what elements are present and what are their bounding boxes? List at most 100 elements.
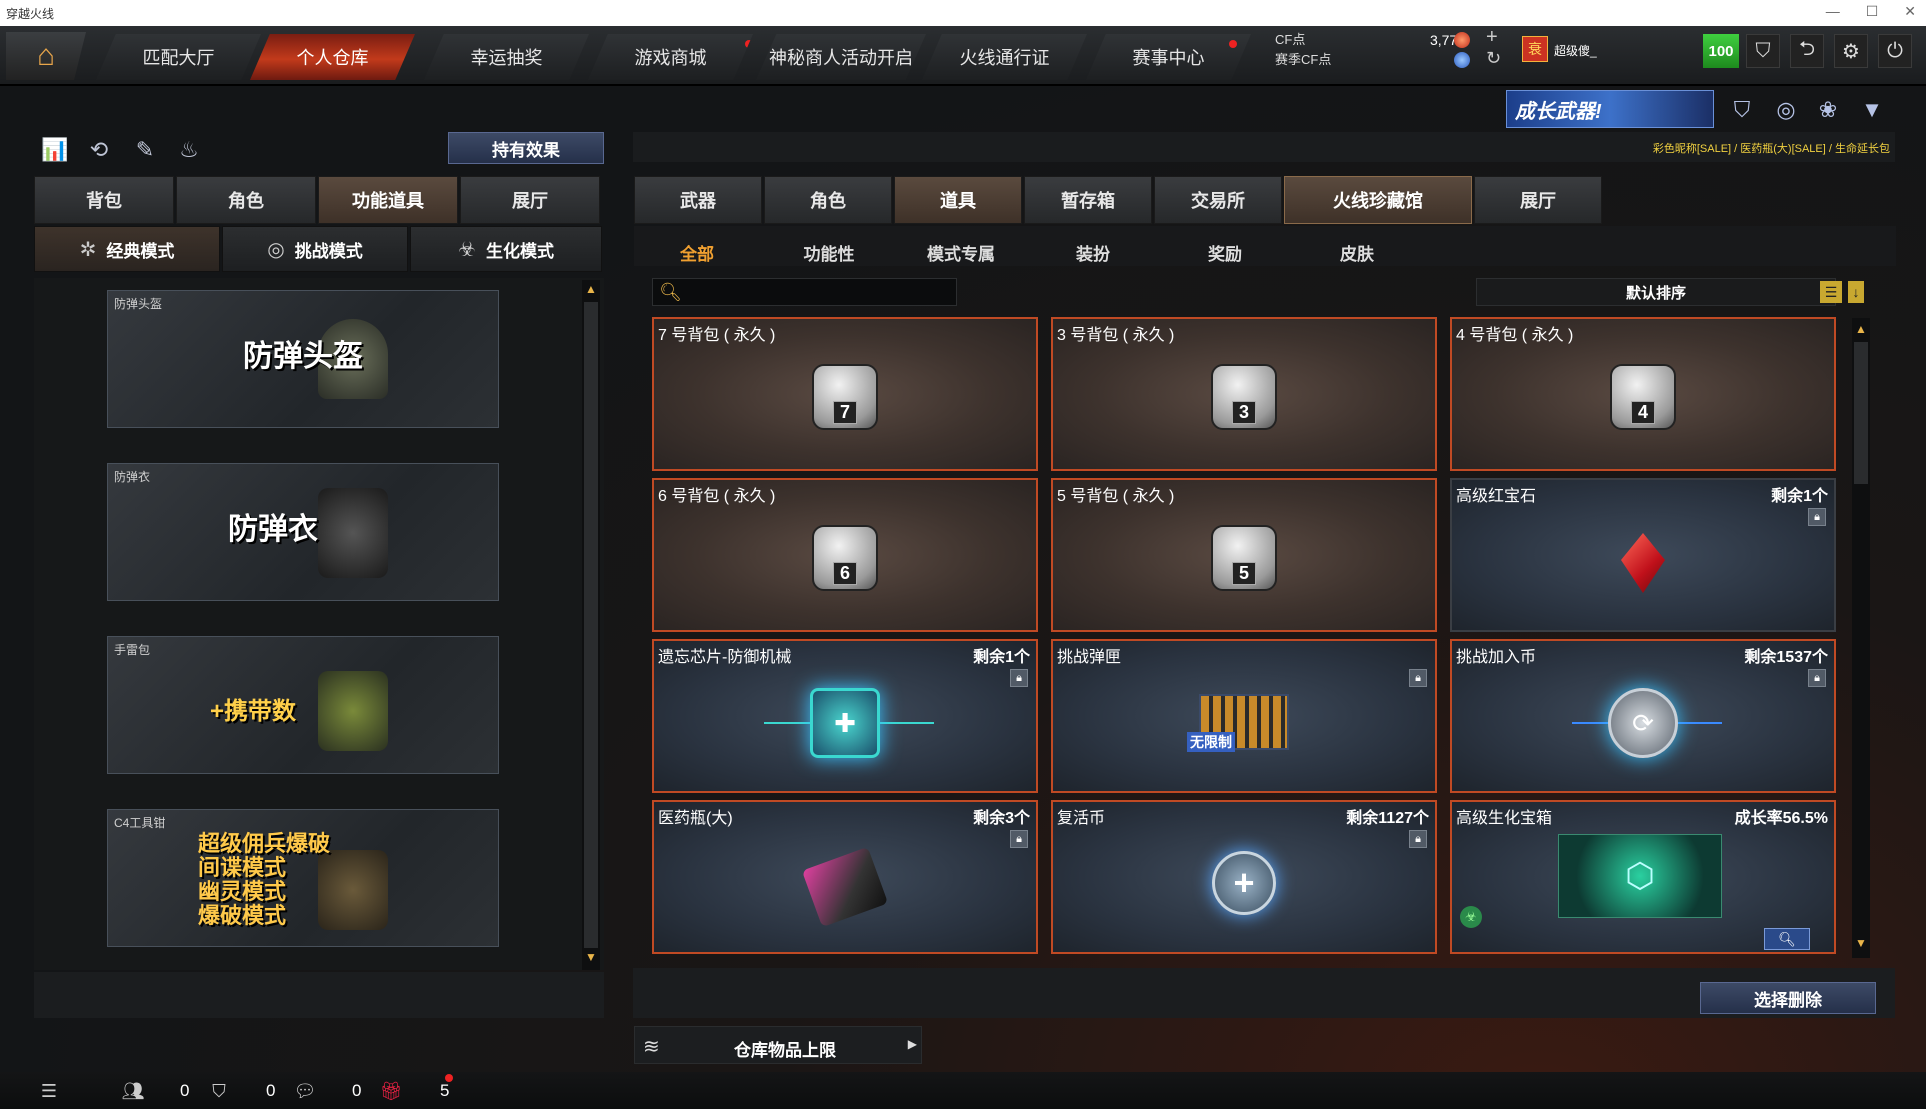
item-card[interactable]: 挑战弹匣 🔒︎ 无限制: [1051, 639, 1437, 793]
sort-dropdown[interactable]: 默认排序: [1476, 278, 1836, 306]
currency-values: 3,771 0: [1385, 30, 1465, 70]
lock-icon[interactable]: 🔒︎: [1808, 669, 1826, 687]
tab-game-shop[interactable]: 游戏商城: [588, 34, 753, 80]
level-badge[interactable]: 100: [1703, 34, 1739, 68]
item-card[interactable]: 医药瓶(大) 剩余3个 🔒︎: [652, 800, 1038, 954]
magnify-icon[interactable]: 🔍︎: [1764, 928, 1810, 950]
tab-storage[interactable]: 暂存箱: [1024, 176, 1152, 224]
held-effects-button[interactable]: 持有效果: [448, 132, 604, 164]
left-tab-row: 背包 角色 功能道具 展厅: [34, 176, 600, 224]
subtab-skins[interactable]: 皮肤: [1292, 240, 1422, 270]
spray-icon[interactable]: ✎: [130, 135, 160, 165]
mode-classic-button[interactable]: ✲ 经典模式: [34, 226, 220, 272]
left-footer: [34, 972, 604, 1018]
slot-card-helmet[interactable]: 防弹头盔 防弹头盔: [107, 290, 499, 428]
lock-icon[interactable]: 🔒︎: [1409, 669, 1427, 687]
subtab-all[interactable]: 全部: [632, 240, 762, 270]
gift-box-icon[interactable]: 🎁︎: [378, 1078, 404, 1104]
scroll-thumb[interactable]: [1854, 342, 1868, 484]
menu-list-icon[interactable]: ☰: [36, 1078, 62, 1104]
tab-weapons[interactable]: 武器: [634, 176, 762, 224]
tab-functional-items[interactable]: 功能道具: [318, 176, 458, 224]
tab-showroom[interactable]: 展厅: [460, 176, 600, 224]
lock-icon[interactable]: 🔒︎: [1010, 669, 1028, 687]
mode-challenge-button[interactable]: ◎ 挑战模式: [222, 226, 408, 272]
grenade-icon[interactable]: ♨: [174, 135, 204, 165]
chat-bubble-icon[interactable]: 💬︎: [292, 1078, 318, 1104]
friends-icon[interactable]: 👥︎: [120, 1078, 146, 1104]
item-grid: 7 号背包 ( 永久 ) 7 3 号背包 ( 永久 ) 3 4 号背包 ( 永久…: [652, 317, 1838, 959]
c4-mode-list: 超级佣兵爆破 间谍模式 幽灵模式 爆破模式: [198, 831, 331, 928]
item-card[interactable]: 高级红宝石 剩余1个 🔒︎: [1450, 478, 1836, 632]
left-scrollbar[interactable]: ▲ ▼: [582, 280, 600, 970]
medkit-icon: [801, 846, 889, 928]
maximize-icon[interactable]: ☐: [1866, 3, 1879, 20]
target-icon[interactable]: ◎: [1770, 94, 1802, 126]
tab-battle-pass[interactable]: 火线通行证: [922, 34, 1087, 80]
clan-shield-icon[interactable]: ⛉: [206, 1078, 232, 1104]
mode-zombie-button[interactable]: ☣ 生化模式: [410, 226, 602, 272]
item-card[interactable]: 6 号背包 ( 永久 ) 6: [652, 478, 1038, 632]
item-card[interactable]: 挑战加入币 剩余1537个 🔒︎ ⟳: [1450, 639, 1836, 793]
scroll-up-icon[interactable]: ▲: [1852, 322, 1870, 340]
add-currency-icon[interactable]: +: [1486, 26, 1498, 49]
tab-character[interactable]: 角色: [176, 176, 316, 224]
lock-icon[interactable]: 🔒︎: [1010, 830, 1028, 848]
tab-match-lobby[interactable]: 匹配大厅: [96, 34, 261, 80]
shield-icon[interactable]: ⛉: [1746, 34, 1780, 68]
lock-icon[interactable]: 🔒︎: [1409, 830, 1427, 848]
stats-icon[interactable]: 📊: [40, 135, 70, 165]
notification-dot: [745, 40, 753, 48]
search-input[interactable]: 🔍︎: [652, 278, 957, 306]
refresh-icon[interactable]: ↻: [1486, 48, 1501, 69]
scroll-up-icon[interactable]: ▲: [582, 282, 600, 300]
minimize-icon[interactable]: —: [1826, 3, 1840, 20]
growth-weapon-banner[interactable]: 成长武器!: [1506, 90, 1714, 128]
gift-icon[interactable]: ❀: [1812, 94, 1844, 126]
scroll-thumb[interactable]: [584, 302, 598, 948]
tab-collection[interactable]: 火线珍藏馆: [1284, 176, 1472, 224]
tab-mystery-merchant[interactable]: 神秘商人活动开启: [756, 34, 926, 80]
select-delete-button[interactable]: 选择删除: [1700, 982, 1876, 1014]
scroll-down-icon[interactable]: ▼: [582, 950, 600, 968]
tab-lucky-draw[interactable]: 幸运抽奖: [424, 34, 589, 80]
subtab-mode-exclusive[interactable]: 模式专属: [896, 240, 1026, 270]
home-button[interactable]: ⌂: [6, 32, 86, 80]
tab-exchange[interactable]: 交易所: [1154, 176, 1282, 224]
sort-direction-icon[interactable]: ↓: [1848, 281, 1864, 303]
subtab-rewards[interactable]: 奖励: [1160, 240, 1290, 270]
slot-card-vest[interactable]: 防弹衣 防弹衣: [107, 463, 499, 601]
power-icon[interactable]: ⏻: [1878, 34, 1912, 68]
game-client-window: { "window": {"title": "穿越火线"}, "nav": { …: [0, 0, 1926, 1109]
storage-limit-bar[interactable]: ≋ 仓库物品上限 ▶: [634, 1026, 922, 1064]
history-icon[interactable]: ⟲: [84, 135, 114, 165]
tab-backpack[interactable]: 背包: [34, 176, 174, 224]
subtab-cosmetic[interactable]: 装扮: [1028, 240, 1158, 270]
tab-items[interactable]: 道具: [894, 176, 1022, 224]
item-card[interactable]: 7 号背包 ( 永久 ) 7: [652, 317, 1038, 471]
badge-icon[interactable]: ⛉: [1726, 94, 1758, 126]
close-icon[interactable]: ✕: [1904, 3, 1916, 20]
tab-personal-warehouse[interactable]: 个人仓库: [250, 34, 415, 80]
right-scrollbar[interactable]: ▲ ▼: [1852, 318, 1870, 958]
gear-icon[interactable]: ⚙: [1834, 34, 1868, 68]
exit-room-icon[interactable]: ⮌: [1790, 34, 1824, 68]
tab-event-center[interactable]: 赛事中心: [1086, 34, 1251, 80]
search-icon: 🔍︎: [659, 281, 682, 302]
tab-right-showroom[interactable]: 展厅: [1474, 176, 1602, 224]
item-card[interactable]: 5 号背包 ( 永久 ) 5: [1051, 478, 1437, 632]
item-card[interactable]: 高级生化宝箱 成长率56.5% ⬡ ☣ 🔍︎: [1450, 800, 1836, 954]
subtab-functional[interactable]: 功能性: [764, 240, 894, 270]
sort-menu-icon[interactable]: ☰: [1820, 281, 1842, 303]
lock-icon[interactable]: 🔒︎: [1808, 508, 1826, 526]
sale-marquee[interactable]: 彩色昵称[SALE] / 医药瓶(大)[SALE] / 生命延长包: [1500, 140, 1890, 156]
item-card[interactable]: 3 号背包 ( 永久 ) 3: [1051, 317, 1437, 471]
slot-card-c4-pliers[interactable]: C4工具钳 超级佣兵爆破 间谍模式 幽灵模式 爆破模式: [107, 809, 499, 947]
vip-icon[interactable]: ▼: [1856, 94, 1888, 126]
item-card[interactable]: 遗忘芯片-防御机械 剩余1个 🔒︎ ✚: [652, 639, 1038, 793]
scroll-down-icon[interactable]: ▼: [1852, 936, 1870, 954]
slot-card-grenade-pack[interactable]: 手雷包 +携带数: [107, 636, 499, 774]
item-card[interactable]: 复活币 剩余1127个 🔒︎ +: [1051, 800, 1437, 954]
item-card[interactable]: 4 号背包 ( 永久 ) 4: [1450, 317, 1836, 471]
tab-roles[interactable]: 角色: [764, 176, 892, 224]
